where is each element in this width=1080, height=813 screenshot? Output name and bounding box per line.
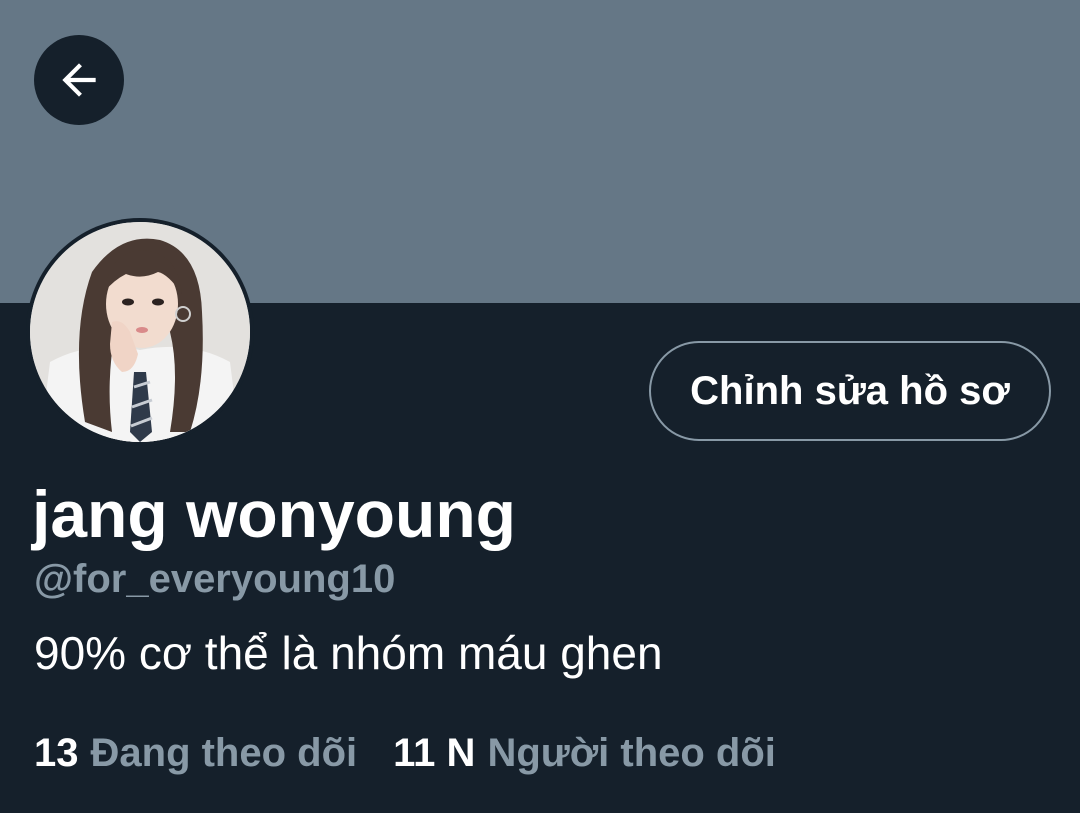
- following-count: 13: [34, 731, 79, 775]
- display-name: jang wonyoung: [32, 477, 516, 551]
- edit-profile-button[interactable]: Chỉnh sửa hồ sơ: [649, 341, 1051, 441]
- avatar[interactable]: [30, 222, 250, 442]
- back-button[interactable]: [34, 35, 124, 125]
- profile-stats: 13 Đang theo dõi 11 N Người theo dõi: [34, 728, 776, 778]
- followers-stat[interactable]: 11 N Người theo dõi: [393, 728, 776, 778]
- avatar-photo: [30, 222, 250, 442]
- arrow-left-icon: [62, 63, 96, 97]
- profile-bio: 90% cơ thể là nhóm máu ghen: [34, 627, 663, 679]
- followers-count: 11 N: [393, 731, 476, 775]
- followers-label: Người theo dõi: [487, 731, 776, 775]
- following-label: Đang theo dõi: [90, 731, 358, 775]
- following-stat[interactable]: 13 Đang theo dõi: [34, 728, 357, 778]
- profile-page: Chỉnh sửa hồ sơ jang wonyoung @for_every…: [0, 0, 1080, 813]
- username-handle: @for_everyoung10: [34, 557, 396, 601]
